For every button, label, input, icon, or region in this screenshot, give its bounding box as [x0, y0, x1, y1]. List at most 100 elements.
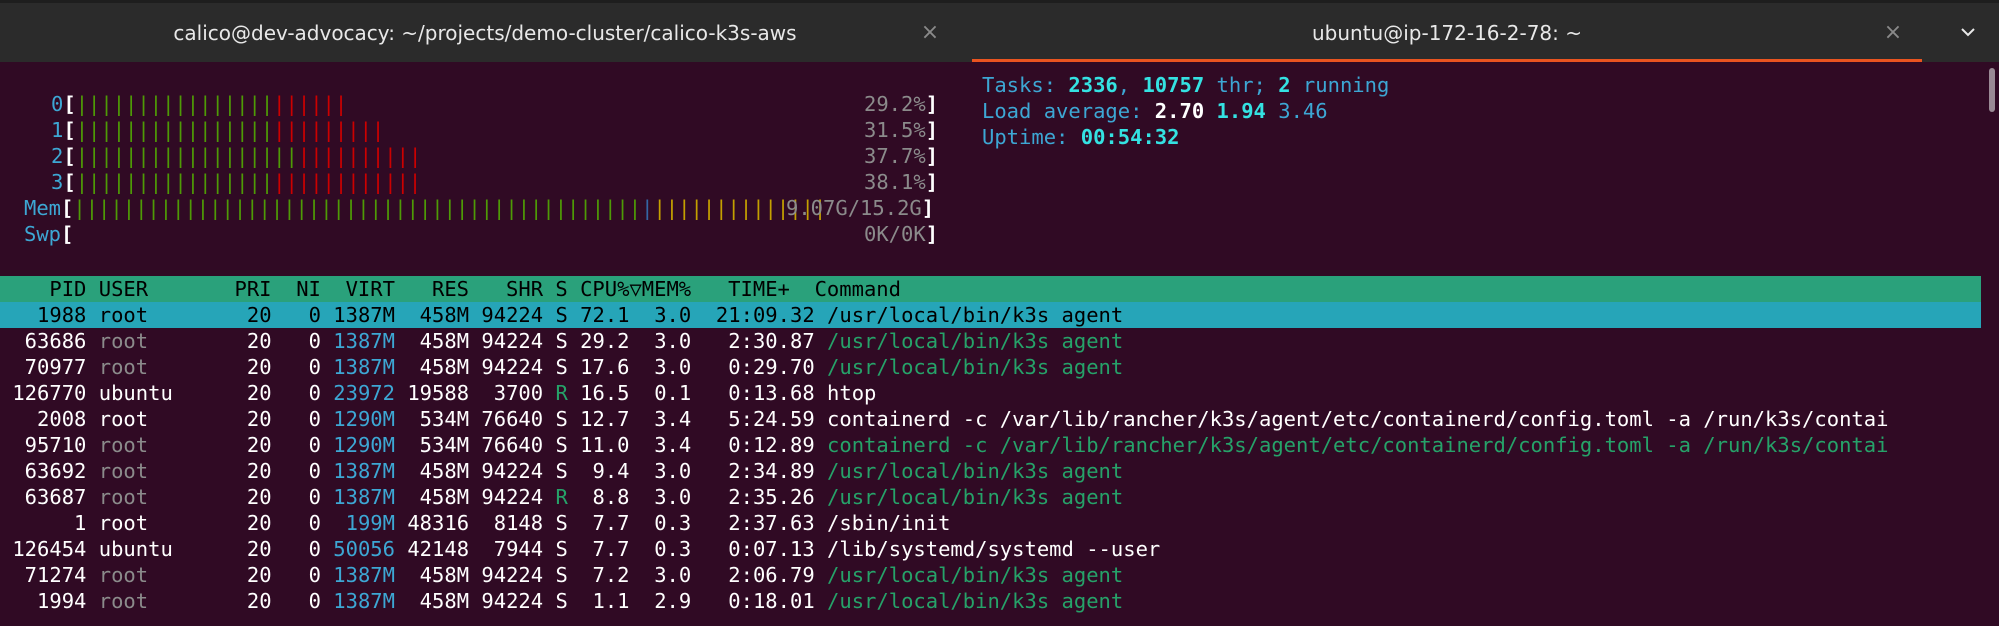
priority-cell: 20 [209, 355, 284, 379]
close-icon[interactable]: × [915, 17, 945, 47]
virt-cell: 1387M [333, 329, 408, 353]
shr-cell: 3700 [481, 381, 556, 405]
time-cell: 0:29.70 [703, 355, 828, 379]
tab-calico-dev-advocacy[interactable]: calico@dev-advocacy: ~/projects/demo-clu… [0, 3, 970, 62]
pid-cell: 63687 [0, 485, 99, 509]
command-cell: /usr/local/bin/k3s agent [827, 485, 1124, 509]
table-row[interactable]: 126770 ubuntu 20 0 23972 19588 3700 R 16… [0, 380, 876, 406]
nice-cell: 0 [283, 407, 334, 431]
virt-cell: 1290M [333, 407, 408, 431]
shr-cell: 94224 [481, 329, 556, 353]
pid-cell: 1988 [0, 303, 99, 327]
nice-cell: 0 [283, 303, 334, 327]
command-cell: /usr/local/bin/k3s agent [827, 355, 1124, 379]
swap-meter-value: 0K/0K] [864, 222, 939, 246]
mem-cell: 3.0 [641, 329, 704, 353]
virt-cell: 1387M [333, 355, 408, 379]
scrollbar[interactable] [1989, 68, 1995, 112]
table-row[interactable]: 1 root 20 0 199M 48316 8148 S 7.7 0.3 2:… [0, 510, 950, 536]
cpu-cell: 11.0 [580, 433, 642, 457]
memory-meter: Mem[||||||||||||||||||||||||||||||||||||… [24, 196, 827, 220]
table-row[interactable]: 63686 root 20 0 1387M 458M 94224 S 29.2 … [0, 328, 1124, 354]
close-icon[interactable]: × [1878, 17, 1908, 47]
cpu-meter-0-percent: 29.2%] [864, 92, 939, 116]
state-cell: S [555, 589, 581, 613]
priority-cell: 20 [209, 563, 284, 587]
command-cell: containerd -c /var/lib/rancher/k3s/agent… [827, 407, 1889, 431]
nice-cell: 0 [283, 459, 334, 483]
tab-ubuntu-ip[interactable]: ubuntu@ip-172-16-2-78: ~ [972, 3, 1922, 62]
pid-cell: 63686 [0, 329, 99, 353]
time-cell: 2:34.89 [703, 459, 828, 483]
state-cell: S [555, 355, 581, 379]
shr-cell: 76640 [481, 407, 556, 431]
nice-cell: 0 [283, 537, 334, 561]
command-cell: /usr/local/bin/k3s agent [827, 563, 1124, 587]
cpu-cell: 12.7 [580, 407, 642, 431]
pid-cell: 2008 [0, 407, 99, 431]
cpu-meter-1: 1[||||||||||||||||||||||||| [51, 118, 385, 142]
user-cell: root [98, 459, 210, 483]
table-row[interactable]: 1994 root 20 0 1387M 458M 94224 S 1.1 2.… [0, 588, 1123, 614]
table-row[interactable]: 95710 root 20 0 1290M 534M 76640 S 11.0 … [0, 432, 1889, 458]
shr-cell: 76640 [481, 433, 556, 457]
process-table-header-text[interactable]: PID USER PRI NI VIRT RES SHR S CPU%▽MEM%… [0, 276, 901, 302]
command-cell: /usr/local/bin/k3s agent [827, 329, 1124, 353]
table-row[interactable]: 63692 root 20 0 1387M 458M 94224 S 9.4 3… [0, 458, 1124, 484]
virt-cell: 1387M [333, 485, 408, 509]
uptime: Uptime: 00:54:32 [982, 125, 1180, 149]
user-cell: root [98, 303, 210, 327]
res-cell: 458M [407, 589, 482, 613]
table-row[interactable]: 70977 root 20 0 1387M 458M 94224 S 17.6 … [0, 354, 1124, 380]
table-row[interactable]: 1988 root 20 0 1387M 458M 94224 S 72.1 3… [0, 302, 1123, 328]
time-cell: 2:06.79 [703, 563, 828, 587]
state-cell: S [555, 329, 581, 353]
cpu-cell: 29.2 [580, 329, 642, 353]
priority-cell: 20 [209, 537, 284, 561]
cpu-cell: 1.1 [580, 589, 642, 613]
nice-cell: 0 [283, 329, 334, 353]
shr-cell: 8148 [481, 511, 556, 535]
virt-cell: 1387M [333, 563, 408, 587]
time-cell: 2:35.26 [703, 485, 828, 509]
user-cell: root [98, 355, 210, 379]
tab-title: ubuntu@ip-172-16-2-78: ~ [1311, 20, 1582, 45]
nice-cell: 0 [283, 485, 334, 509]
command-cell: /sbin/init [827, 511, 951, 535]
table-row[interactable]: 71274 root 20 0 1387M 458M 94224 S 7.2 3… [0, 562, 1124, 588]
cpu-meter-0: 0[|||||||||||||||||||||| [51, 92, 348, 116]
cpu-meter-3-percent: 38.1%] [864, 170, 939, 194]
time-cell: 0:13.68 [703, 381, 828, 405]
user-cell: root [98, 433, 210, 457]
user-cell: root [98, 589, 210, 613]
terminal-window[interactable]: 0[|||||||||||||||||||||| 29.2%] 1[||||||… [0, 62, 1999, 626]
priority-cell: 20 [209, 511, 284, 535]
state-cell: R [555, 485, 581, 509]
command-cell: /lib/systemd/systemd --user [827, 537, 1161, 561]
shr-cell: 7944 [481, 537, 556, 561]
mem-cell: 3.0 [641, 355, 704, 379]
load-average: Load average: 2.70 1.94 3.46 [982, 99, 1328, 123]
user-cell: ubuntu [98, 537, 210, 561]
tasks-summary: Tasks: 2336, 10757 thr; 2 running [982, 73, 1390, 97]
user-cell: root [98, 485, 210, 509]
user-cell: ubuntu [98, 381, 210, 405]
user-cell: root [98, 511, 210, 535]
virt-cell: 23972 [333, 381, 408, 405]
res-cell: 48316 [407, 511, 482, 535]
table-row[interactable]: 126454 ubuntu 20 0 50056 42148 7944 S 7.… [0, 536, 1160, 562]
mem-cell: 2.9 [641, 589, 704, 613]
pid-cell: 63692 [0, 459, 99, 483]
time-cell: 0:12.89 [703, 433, 828, 457]
cpu-cell: 7.7 [580, 511, 642, 535]
pid-cell: 71274 [0, 563, 99, 587]
table-row[interactable]: 63687 root 20 0 1387M 458M 94224 R 8.8 3… [0, 484, 1124, 510]
state-cell: S [555, 407, 581, 431]
table-row[interactable]: 2008 root 20 0 1290M 534M 76640 S 12.7 3… [0, 406, 1888, 432]
memory-meter-value: 9.07G/15.2G] [786, 196, 935, 220]
cpu-meter-2-percent: 37.7%] [864, 144, 939, 168]
chevron-down-icon[interactable] [1950, 17, 1986, 47]
pid-cell: 1 [0, 511, 99, 535]
priority-cell: 20 [209, 329, 284, 353]
virt-cell: 1387M [333, 589, 408, 613]
